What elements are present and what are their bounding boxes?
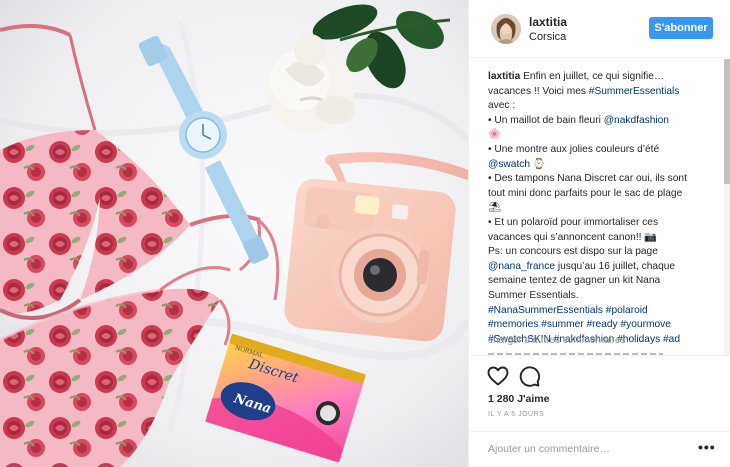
caption-line: • Un maillot de bain fleuri @nakdfashion <box>488 114 720 129</box>
caption-text: jusqu’au 16 juillet, chaque <box>555 260 676 272</box>
load-more-comments-link[interactable]: charger d'autres commentaires <box>488 335 626 346</box>
avatar-image <box>491 14 521 44</box>
avatar[interactable] <box>491 14 521 44</box>
caption-line: #NanaSummerEssentials #polaroid <box>488 304 720 319</box>
heart-icon[interactable] <box>486 364 510 388</box>
caption-text: • Et un polaroïd pour immortaliser ces <box>488 216 659 228</box>
caption-line: tout mini donc parfaits pour le sac de p… <box>488 187 720 202</box>
caption-line: Ps: un concours est dispo sur la page <box>488 245 720 260</box>
caption-line: @swatch ⌚ <box>488 158 720 173</box>
scrollbar-thumb[interactable] <box>724 59 730 184</box>
caption-line: • Une montre aux jolies couleurs d’été <box>488 143 720 158</box>
caption-username[interactable]: laxtitia <box>488 71 520 82</box>
comments-section: laxtitia Enfin en juillet, ce qui signif… <box>469 59 730 355</box>
caption-text: Summer Essentials. <box>488 289 579 301</box>
speech-bubble-icon[interactable] <box>517 364 541 388</box>
caption-text: semaine tentez de gagner un kit Nana <box>488 275 661 287</box>
caption-text: • Une montre aux jolies couleurs d’été <box>488 143 660 155</box>
caption-line: semaine tentez de gagner un kit Nana <box>488 274 720 289</box>
caption-text: tout mini donc parfaits pour le sac de p… <box>488 187 683 199</box>
comment-input[interactable] <box>488 440 688 458</box>
caption-link[interactable]: @swatch ⌚ <box>488 159 546 170</box>
caption-link[interactable]: @nana_france <box>488 261 555 272</box>
caption-text: vacances !! Voici mes <box>488 85 589 97</box>
caption-link[interactable]: #SummerEssentials <box>589 86 680 97</box>
caption-text: • Des tampons Nana Discret car oui, ils … <box>488 173 687 185</box>
caption-line: vacances !! Voici mes #SummerEssentials <box>488 85 720 100</box>
likes-count[interactable]: 1 280 J'aime <box>488 393 549 405</box>
caption-line: • Et un polaroïd pour immortaliser ces <box>488 216 720 231</box>
instagram-post: Nana Discret NORMAL laxtitia Corsica S'a… <box>0 0 730 467</box>
caption-text: vacances qui s’annoncent canon!! 📷 <box>488 231 657 243</box>
caption-line: 🌸 <box>488 128 720 143</box>
post-side-panel: laxtitia Corsica S'abonner laxtitia Enfi… <box>468 0 730 467</box>
caption-text: 🌸 <box>488 129 501 141</box>
username[interactable]: laxtitia <box>529 15 567 29</box>
caption-link[interactable]: @nakdfashion <box>604 115 669 126</box>
caption-line: @nana_france jusqu’au 16 juillet, chaque <box>488 260 720 275</box>
caption-line: • Des tampons Nana Discret car oui, ils … <box>488 172 720 187</box>
post-header: laxtitia Corsica S'abonner <box>469 0 730 58</box>
caption-line: laxtitia Enfin en juillet, ce qui signif… <box>488 70 720 85</box>
post-caption: laxtitia Enfin en juillet, ce qui signif… <box>488 70 720 347</box>
post-actions: 1 280 J'aime IL Y A 5 JOURS <box>469 355 730 431</box>
caption-text: ⛱ <box>488 202 501 214</box>
add-comment-bar: ••• <box>469 431 730 467</box>
caption-link[interactable]: #memories #summer #ready #yourmove <box>488 319 671 330</box>
follow-button[interactable]: S'abonner <box>649 17 713 39</box>
comments-scrollbar[interactable] <box>724 59 730 355</box>
caption-line: avec : <box>488 99 720 114</box>
caption-line: #memories #summer #ready #yourmove <box>488 318 720 333</box>
caption-text: Enfin en juillet, ce qui signifie… <box>523 71 665 82</box>
location[interactable]: Corsica <box>529 31 566 43</box>
caption-text: avec : <box>488 100 516 112</box>
caption-text: • Un maillot de bain fleuri <box>488 114 604 126</box>
caption-text: Ps: un concours est dispo sur la page <box>488 246 658 258</box>
caption-line: vacances qui s’annoncent canon!! 📷 <box>488 231 720 246</box>
caption-link[interactable]: #NanaSummerEssentials #polaroid <box>488 305 648 316</box>
caption-line: ⛱ <box>488 201 720 216</box>
post-timestamp[interactable]: IL Y A 5 JOURS <box>488 411 544 418</box>
photo-illustration: Nana Discret NORMAL <box>0 0 468 467</box>
ellipsis-icon[interactable]: ••• <box>698 439 716 455</box>
caption-line: Summer Essentials. <box>488 289 720 304</box>
post-photo[interactable]: Nana Discret NORMAL <box>0 0 468 467</box>
